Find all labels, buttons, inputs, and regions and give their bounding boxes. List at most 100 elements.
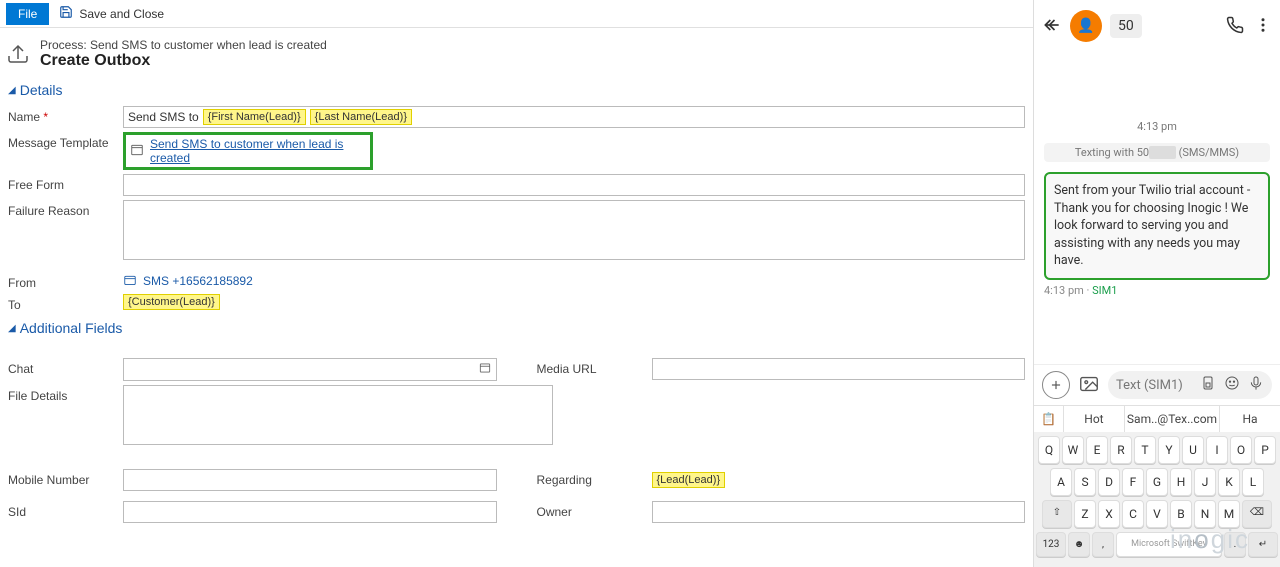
failure-textarea[interactable] xyxy=(123,200,1025,260)
key-g[interactable]: G xyxy=(1146,468,1168,496)
phone-number-icon xyxy=(123,274,137,288)
phone-body: 4:13 pm Texting with 50 (SMS/MMS) Sent f… xyxy=(1034,52,1280,364)
texting-with-banner: Texting with 50 (SMS/MMS) xyxy=(1044,143,1270,162)
save-and-close-label: Save and Close xyxy=(79,7,164,21)
key-k[interactable]: K xyxy=(1218,468,1240,496)
owner-lookup[interactable] xyxy=(652,501,1026,523)
row-freeform: Free Form xyxy=(0,172,1033,198)
key-e[interactable]: E xyxy=(1086,436,1108,464)
key-s[interactable]: S xyxy=(1074,468,1096,496)
key-r[interactable]: R xyxy=(1110,436,1132,464)
gallery-icon[interactable] xyxy=(1078,373,1100,398)
key-d[interactable]: D xyxy=(1098,468,1120,496)
conversation-timestamp: 4:13 pm xyxy=(1044,120,1270,133)
row-mobile-regarding: Mobile Number Regarding {Lead(Lead)} xyxy=(0,467,1033,493)
row-sid-owner: SId Owner xyxy=(0,499,1033,525)
key-h[interactable]: H xyxy=(1170,468,1192,496)
key-l[interactable]: L xyxy=(1242,468,1264,496)
section-details-toggle[interactable]: ◢ Details xyxy=(0,76,1033,104)
globe-key[interactable]: ☻ xyxy=(1068,532,1090,557)
label-name: Name * xyxy=(8,106,123,124)
outbox-icon xyxy=(6,41,30,68)
process-breadcrumb: Process: Send SMS to customer when lead … xyxy=(40,38,327,52)
message-meta: 4:13 pm · SIM1 xyxy=(1044,284,1270,297)
row-failure: Failure Reason xyxy=(0,198,1033,262)
watermark: inogic xyxy=(1170,524,1250,555)
from-lookup[interactable]: SMS +16562185892 xyxy=(123,272,1025,290)
media-url-input[interactable] xyxy=(652,358,1026,380)
compose-input[interactable]: Text (SIM1) xyxy=(1108,371,1272,399)
save-and-close-button[interactable]: Save and Close xyxy=(59,5,164,22)
chip-customer[interactable]: {Customer(Lead)} xyxy=(123,294,220,310)
caret-down-icon: ◢ xyxy=(8,323,16,334)
shift-key[interactable]: ⇧ xyxy=(1042,500,1072,528)
key-i[interactable]: I xyxy=(1206,436,1228,464)
label-media-url: Media URL xyxy=(537,358,652,381)
toolbar: File Save and Close xyxy=(0,0,1033,28)
suggestion-2[interactable]: Sam..@Tex..com xyxy=(1125,406,1220,432)
key-v[interactable]: V xyxy=(1146,500,1168,528)
num-key[interactable]: 123 xyxy=(1036,532,1066,557)
key-t[interactable]: T xyxy=(1134,436,1156,464)
phone-preview-panel: 👤 50 4:13 pm Texting with 50 (SMS/MMS) S… xyxy=(1033,0,1280,567)
save-icon xyxy=(59,5,73,22)
chip-first-name[interactable]: {First Name(Lead)} xyxy=(203,109,306,125)
mic-icon[interactable] xyxy=(1248,375,1264,395)
add-attachment-icon[interactable] xyxy=(1042,371,1070,399)
name-input[interactable]: Send SMS to {First Name(Lead)} {Last Nam… xyxy=(123,106,1025,128)
key-u[interactable]: U xyxy=(1182,436,1204,464)
chat-lookup[interactable] xyxy=(123,358,497,381)
crm-form-panel: File Save and Close Process: Send SMS to… xyxy=(0,0,1033,567)
suggestion-3[interactable]: Ha xyxy=(1220,406,1280,432)
sim-card-icon[interactable] xyxy=(1200,375,1216,395)
clipboard-icon[interactable]: 📋 xyxy=(1034,406,1064,432)
phone-header: 👤 50 xyxy=(1034,0,1280,52)
label-template: Message Template xyxy=(8,132,123,150)
contact-avatar[interactable]: 👤 xyxy=(1070,10,1102,42)
chip-regarding[interactable]: {Lead(Lead)} xyxy=(652,472,726,488)
contact-number[interactable]: 50 xyxy=(1110,14,1142,38)
key-z[interactable]: Z xyxy=(1074,500,1096,528)
page-title: Create Outbox xyxy=(40,52,327,70)
back-icon[interactable] xyxy=(1042,15,1062,38)
key-w[interactable]: W xyxy=(1062,436,1084,464)
more-icon[interactable] xyxy=(1254,16,1272,37)
key-f[interactable]: F xyxy=(1122,468,1144,496)
mobile-input[interactable] xyxy=(123,469,497,491)
key-c[interactable]: C xyxy=(1122,500,1144,528)
comma-key[interactable]: , xyxy=(1092,532,1114,557)
key-p[interactable]: P xyxy=(1254,436,1276,464)
compose-placeholder: Text (SIM1) xyxy=(1116,378,1183,393)
compose-bar: Text (SIM1) xyxy=(1034,364,1280,405)
template-record-icon xyxy=(130,143,144,160)
label-freeform: Free Form xyxy=(8,174,123,192)
row-from: From SMS +16562185892 xyxy=(0,270,1033,292)
template-lookup[interactable]: Send SMS to customer when lead is create… xyxy=(123,132,373,170)
caret-down-icon: ◢ xyxy=(8,85,16,96)
received-message[interactable]: Sent from your Twilio trial account - Th… xyxy=(1044,172,1270,280)
key-j[interactable]: J xyxy=(1194,468,1216,496)
row-name: Name * Send SMS to {First Name(Lead)} {L… xyxy=(0,104,1033,130)
section-additional-toggle[interactable]: ◢ Additional Fields xyxy=(0,314,1033,342)
chip-last-name[interactable]: {Last Name(Lead)} xyxy=(310,109,412,125)
label-mobile: Mobile Number xyxy=(8,469,123,491)
key-a[interactable]: A xyxy=(1050,468,1072,496)
name-prefix-text: Send SMS to xyxy=(128,110,199,124)
freeform-input[interactable] xyxy=(123,174,1025,196)
key-y[interactable]: Y xyxy=(1158,436,1180,464)
file-details-textarea[interactable] xyxy=(123,385,553,445)
key-x[interactable]: X xyxy=(1098,500,1120,528)
call-icon[interactable] xyxy=(1226,16,1244,37)
key-q[interactable]: Q xyxy=(1038,436,1060,464)
emoji-icon[interactable] xyxy=(1224,375,1240,395)
template-link[interactable]: Send SMS to customer when lead is create… xyxy=(150,137,366,165)
lookup-icon[interactable] xyxy=(478,361,492,378)
file-menu[interactable]: File xyxy=(6,3,49,25)
suggestion-1[interactable]: Hot xyxy=(1064,406,1125,432)
key-o[interactable]: O xyxy=(1230,436,1252,464)
enter-key[interactable]: ↵ xyxy=(1248,532,1278,557)
sid-input[interactable] xyxy=(123,501,497,523)
label-failure: Failure Reason xyxy=(8,200,123,218)
label-owner: Owner xyxy=(537,501,652,523)
row-chat-media: Chat Media URL xyxy=(0,356,1033,383)
